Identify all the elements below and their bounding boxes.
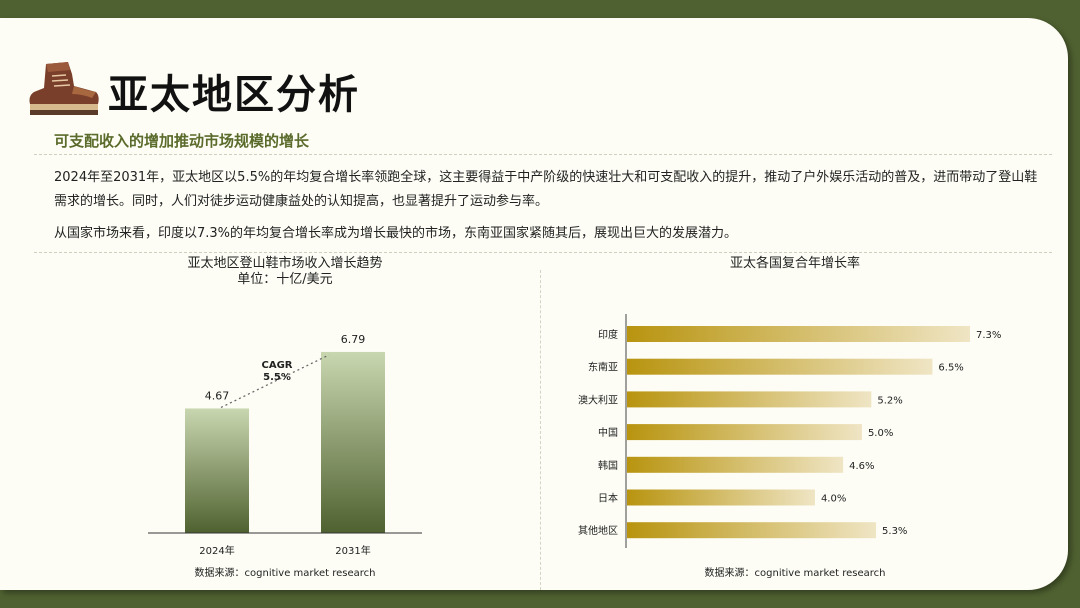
paragraph-1: 2024年至2031年，亚太地区以5.5%的年均复合增长率领跑全球，这主要得益于… — [54, 170, 1038, 209]
chart1-title: 亚太地区登山鞋市场收入增长趋势 — [187, 256, 383, 271]
y-tick-0: 印度 — [598, 328, 618, 341]
y-tick-2: 澳大利亚 — [578, 393, 618, 406]
bar-label-0: 4.67 — [205, 389, 230, 402]
chart1-subtitle: 单位：十亿/美元 — [237, 272, 333, 287]
hiking-boot-icon — [29, 62, 99, 115]
hbar-1 — [627, 358, 933, 375]
hbar-6 — [627, 522, 877, 539]
hbar-label-0: 7.3% — [976, 330, 1001, 341]
chart2-source: 数据来源：cognitive market research — [704, 568, 886, 579]
content-card: 亚太地区分析 可支配收入的增加推动市场规模的增长 2024年至2031年，亚太地… — [0, 18, 1068, 590]
chart1-source: 数据来源：cognitive market research — [194, 568, 376, 579]
x-tick-0: 2024年 — [199, 544, 234, 557]
hbar-label-6: 5.3% — [882, 526, 907, 537]
divider-top — [34, 154, 1052, 155]
x-tick-1: 2031年 — [335, 544, 370, 557]
divider-middle — [34, 252, 1052, 253]
bar-label-1: 6.79 — [341, 333, 366, 346]
hbar-label-4: 4.6% — [849, 461, 874, 472]
hbar-label-5: 4.0% — [821, 494, 846, 505]
chart1-title-block: 亚太地区登山鞋市场收入增长趋势 单位：十亿/美元 — [150, 256, 420, 288]
revenue-growth-chart: 4.67 2024年 6.79 2031年 CAGR5.5% — [148, 333, 422, 557]
paragraph-2: 从国家市场来看，印度以7.3%的年均复合增长率成为增长最快的市场，东南亚国家紧随… — [54, 226, 738, 241]
hbar-0 — [627, 326, 971, 342]
chart2-title: 亚太各国复合年增长率 — [729, 256, 860, 271]
hbar-label-3: 5.0% — [868, 428, 893, 439]
page-title: 亚太地区分析 — [108, 72, 360, 118]
hbar-label-2: 5.2% — [877, 395, 902, 406]
cagr-value: 5.5% — [263, 372, 291, 383]
cagr-label: CAGR — [262, 360, 293, 371]
y-tick-4: 韩国 — [598, 459, 618, 472]
y-tick-3: 中国 — [598, 426, 618, 439]
bar-0 — [185, 408, 249, 533]
bar-1 — [321, 351, 385, 533]
y-tick-1: 东南亚 — [588, 361, 618, 374]
hbar-2 — [627, 391, 872, 408]
hbar-4 — [627, 456, 844, 473]
page-subtitle: 可支配收入的增加推动市场规模的增长 — [54, 132, 310, 150]
divider-vertical — [540, 270, 541, 590]
hbar-3 — [627, 424, 862, 441]
hbar-label-1: 6.5% — [938, 363, 963, 374]
y-tick-5: 日本 — [598, 492, 618, 505]
y-tick-6: 其他地区 — [578, 524, 618, 537]
hbar-5 — [627, 489, 815, 506]
country-cagr-chart: 印度 7.3% 东南亚 6.5% 澳大利亚 5.2% 中国 5.0% 韩国 4.6% 日本 4.0% 其… — [578, 314, 1001, 548]
